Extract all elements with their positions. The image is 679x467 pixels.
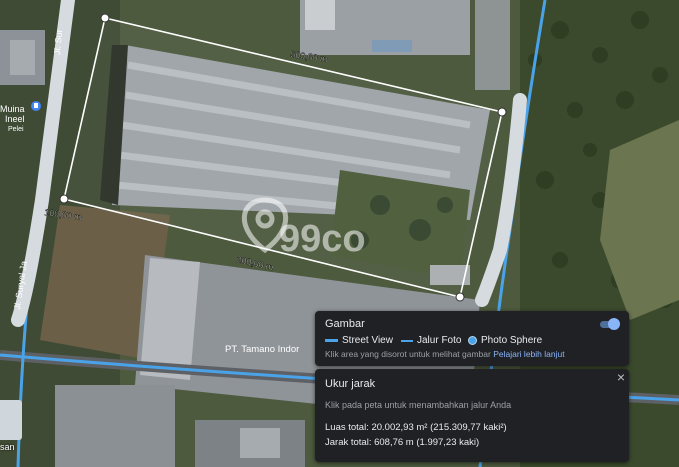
imagery-panel-title: Gambar — [325, 318, 365, 330]
road-label-1: Jl. Sur — [52, 29, 64, 55]
imagery-hint-text: Klik area yang disorot untuk melihat gam… — [325, 349, 491, 359]
watermark-text: 99co — [279, 218, 366, 260]
measure-label-bottom: 200,00 m — [236, 254, 275, 272]
toggle-knob — [608, 318, 620, 330]
measure-hint: Klik pada peta untuk menambahkan jalur A… — [325, 400, 512, 410]
photo-sphere-circle-icon — [468, 336, 477, 345]
place-label-2: Ineel — [5, 114, 25, 124]
total-area: Luas total: 20.002,93 m² (215.309,77 kak… — [325, 422, 507, 433]
legend-photo-sphere: Photo Sphere — [468, 335, 542, 346]
close-icon[interactable]: × — [614, 370, 628, 384]
place-label-1: Muina — [0, 104, 25, 114]
street-view-line-icon — [325, 339, 338, 342]
imagery-panel: Gambar Street View Jalur Foto Photo Sphe… — [315, 311, 629, 366]
photo-path-dashed-icon — [401, 339, 413, 342]
measure-panel-title: Ukur jarak — [325, 378, 376, 390]
measure-label-left: 100,00 m — [44, 207, 83, 222]
factory-label: PT. Tamano Indor — [225, 344, 299, 355]
place-label-3: Pelei — [8, 126, 24, 133]
legend-street-view: Street View — [325, 335, 393, 346]
learn-more-link[interactable]: Pelajari lebih lanjut — [493, 349, 564, 359]
imagery-toggle[interactable] — [598, 318, 622, 330]
corner-label: san — [0, 442, 15, 452]
measure-label-top: 500,00 m — [290, 49, 329, 64]
measure-distance-panel: Ukur jarak × Klik pada peta untuk menamb… — [315, 369, 629, 462]
corner-widget[interactable] — [0, 400, 22, 440]
total-distance: Jarak total: 608,76 m (1.997,23 kaki) — [325, 437, 480, 448]
imagery-hint: Klik area yang disorot untuk melihat gam… — [325, 349, 565, 359]
road-label-2: Jl. Suryal Ja — [12, 260, 29, 310]
legend-photo-path: Jalur Foto — [401, 335, 461, 346]
